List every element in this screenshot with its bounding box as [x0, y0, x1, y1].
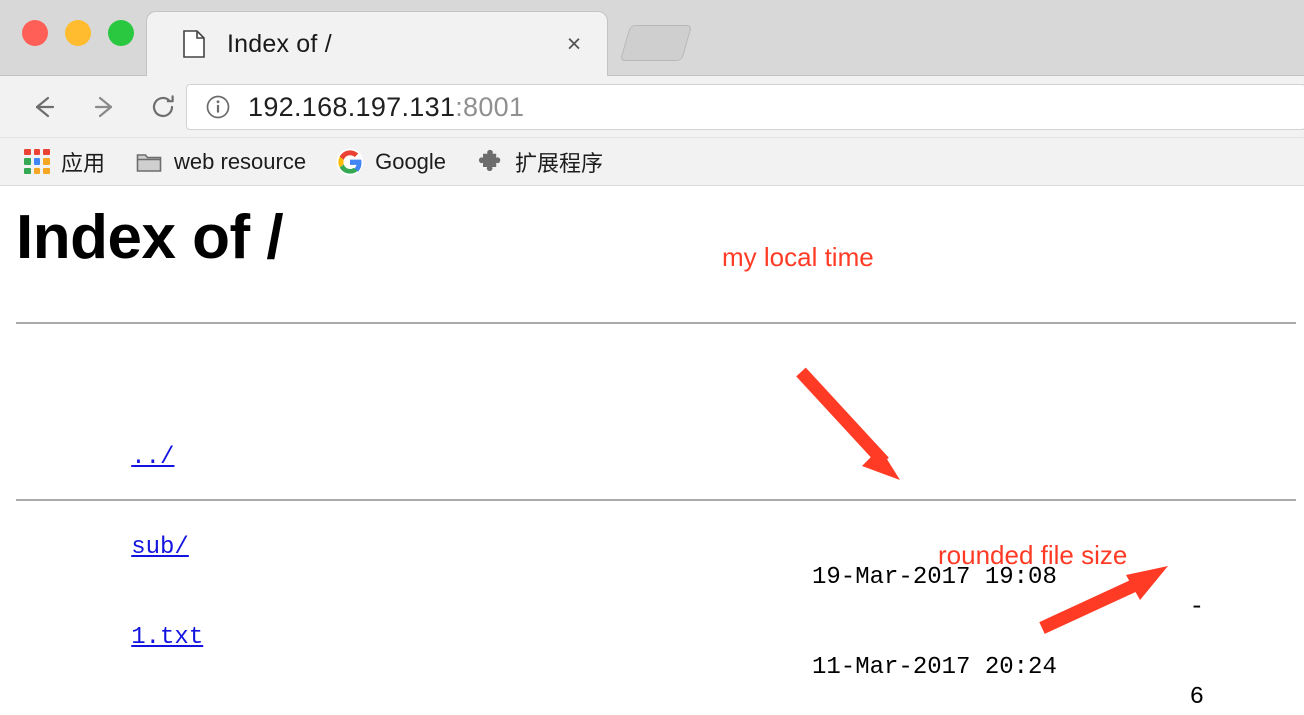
bookmark-label: Google [375, 148, 447, 174]
directory-link-sub[interactable]: sub/ [131, 534, 189, 561]
divider-bottom [16, 499, 1296, 501]
arrow-left-icon [28, 92, 58, 122]
reload-button[interactable] [140, 84, 186, 130]
window-controls [22, 20, 134, 46]
bookmark-google[interactable]: Google [336, 148, 446, 176]
address-bar[interactable]: 192.168.197.131:8001 [186, 84, 1304, 130]
document-icon [183, 30, 205, 58]
forward-button[interactable] [80, 84, 126, 130]
bookmark-extensions[interactable]: 扩展程序 [476, 146, 603, 178]
url-port: :8001 [455, 91, 525, 122]
divider-top [16, 322, 1296, 324]
address-bar-url: 192.168.197.131:8001 [248, 92, 524, 123]
arrow-to-date [796, 367, 900, 480]
bookmark-label: web resource [174, 148, 307, 174]
google-g-icon [336, 148, 364, 176]
folder-icon [135, 148, 163, 176]
list-item: Dog and cat.mp4 19-Mar-2017 19:06 8M [16, 683, 347, 715]
annotation-rounded-file-size: rounded file size [938, 540, 1128, 570]
entry-size: - [1189, 594, 1204, 621]
browser-tab-index-of[interactable]: Index of / × [146, 11, 608, 76]
entry-size: 6 [1189, 684, 1204, 711]
tab-title: Index of / [227, 29, 332, 58]
new-tab-button[interactable] [619, 25, 693, 61]
directory-listing: ../ sub/ 19-Mar-2017 19:08 - 1.txt 11-Ma… [16, 353, 1204, 715]
bookmark-label: 扩展程序 [515, 150, 604, 176]
puzzle-piece-icon [476, 148, 504, 176]
annotation-my-local-time: my local time [722, 242, 874, 272]
browser-window: Index of / × 192.168.197.131:8001 应用 web… [0, 0, 1304, 715]
bookmark-web-resource[interactable]: web resource [135, 148, 306, 176]
arrow-right-icon [88, 92, 118, 122]
apps-grid-icon [24, 148, 50, 175]
tab-strip: Index of / × [0, 0, 1304, 76]
tab-close-icon[interactable]: × [559, 29, 589, 59]
bookmarks-bar: 应用 web resource Google 扩展程序 [0, 138, 1304, 186]
window-zoom-button[interactable] [108, 20, 134, 46]
page-title: Index of / [16, 203, 284, 272]
url-host: 192.168.197.131 [248, 91, 456, 122]
directory-link-parent[interactable]: ../ [131, 444, 174, 471]
browser-toolbar: 192.168.197.131:8001 [0, 76, 1304, 138]
bookmark-label: 应用 [61, 150, 106, 176]
back-button[interactable] [20, 84, 66, 130]
list-item: sub/ 19-Mar-2017 19:08 - [16, 503, 1204, 621]
reload-icon [148, 92, 178, 122]
bookmark-apps[interactable]: 应用 [24, 146, 105, 178]
window-close-button[interactable] [22, 20, 48, 46]
list-item: ../ [16, 413, 347, 471]
list-item: 1.txt 11-Mar-2017 20:24 6 [16, 593, 1204, 711]
file-link-1-txt[interactable]: 1.txt [131, 624, 203, 651]
window-minimize-button[interactable] [65, 20, 91, 46]
info-circle-icon[interactable] [205, 94, 231, 120]
page-content: Index of / ../ sub/ 19-Mar-2017 19:08 - … [0, 186, 1304, 715]
entry-date: 11-Mar-2017 20:24 [812, 654, 1057, 681]
